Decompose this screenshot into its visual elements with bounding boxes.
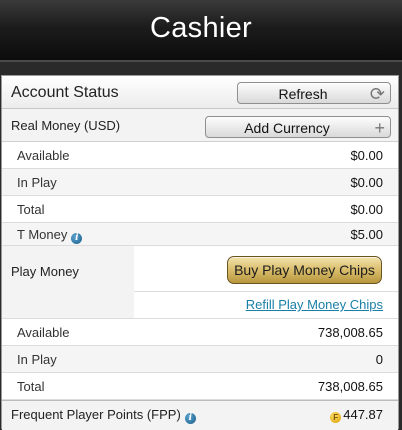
real-available-row: Available $0.00 bbox=[2, 142, 398, 169]
row-label: Total bbox=[17, 379, 45, 394]
fpp-value: 447.87 bbox=[343, 407, 383, 422]
row-value: 738,008.65 bbox=[317, 379, 383, 394]
play-available-row: Available 738,008.65 bbox=[2, 319, 398, 346]
row-value: 0 bbox=[375, 352, 383, 367]
buy-play-money-chips-button[interactable]: Buy Play Money Chips bbox=[227, 256, 382, 284]
t-money-label-wrap: T Money i bbox=[17, 227, 83, 244]
row-value: $0.00 bbox=[350, 175, 383, 190]
row-label: Available bbox=[17, 325, 70, 340]
t-money-value: $5.00 bbox=[350, 227, 383, 242]
row-value: $0.00 bbox=[350, 202, 383, 217]
row-value: $0.00 bbox=[350, 148, 383, 163]
row-label: In Play bbox=[17, 352, 57, 367]
play-money-label-cell bbox=[2, 246, 134, 318]
refill-play-money-chips-link[interactable]: Refill Play Money Chips bbox=[246, 297, 383, 312]
add-currency-button-label: Add Currency bbox=[244, 120, 330, 136]
account-status-label: Account Status bbox=[11, 84, 119, 101]
t-money-row: T Money i $5.00 bbox=[2, 223, 398, 246]
title-bar: Cashier bbox=[0, 0, 402, 62]
divider bbox=[134, 291, 398, 292]
row-label: Total bbox=[17, 202, 45, 217]
real-in-play-row: In Play $0.00 bbox=[2, 169, 398, 196]
play-money-section: Play Money Buy Play Money Chips Refill P… bbox=[2, 246, 398, 319]
cashier-panel: Account Status Refresh ⟳ Real Money (USD… bbox=[1, 75, 399, 430]
add-currency-button[interactable]: Add Currency + bbox=[205, 116, 391, 138]
fpp-value-wrap: F 447.87 bbox=[330, 407, 383, 423]
play-total-row: Total 738,008.65 bbox=[2, 373, 398, 400]
real-money-label: Real Money (USD) bbox=[11, 118, 121, 133]
window-title: Cashier bbox=[149, 12, 253, 44]
row-label: Available bbox=[17, 148, 70, 163]
account-status-header: Account Status Refresh ⟳ bbox=[2, 76, 398, 109]
plus-icon: + bbox=[374, 118, 385, 138]
fpp-label-wrap: Frequent Player Points (FPP) i bbox=[11, 407, 196, 424]
t-money-label: T Money bbox=[17, 227, 68, 242]
fpp-row: Frequent Player Points (FPP) i F 447.87 bbox=[2, 400, 398, 430]
real-total-row: Total $0.00 bbox=[2, 196, 398, 223]
fpp-coin-icon: F bbox=[330, 412, 342, 423]
refresh-button-label: Refresh bbox=[278, 86, 328, 102]
play-money-label: Play Money bbox=[11, 264, 79, 279]
refresh-icon: ⟳ bbox=[369, 84, 385, 104]
row-value: 738,008.65 bbox=[317, 325, 383, 340]
play-in-play-row: In Play 0 bbox=[2, 346, 398, 373]
info-icon[interactable]: i bbox=[71, 233, 83, 244]
refresh-button[interactable]: Refresh ⟳ bbox=[237, 82, 391, 104]
info-icon[interactable]: i bbox=[184, 413, 196, 424]
fpp-label: Frequent Player Points (FPP) bbox=[11, 407, 181, 422]
row-label: In Play bbox=[17, 175, 57, 190]
